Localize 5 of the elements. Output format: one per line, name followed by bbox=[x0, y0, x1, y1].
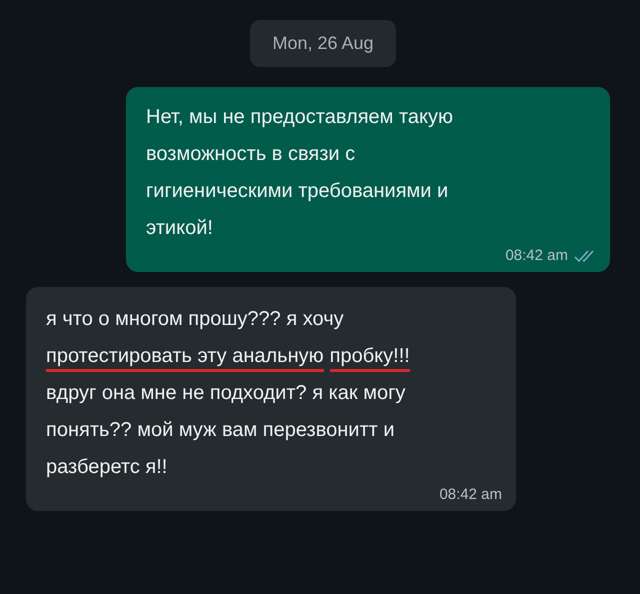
date-chip: Mon, 26 Aug bbox=[250, 20, 396, 67]
message-time: 08:42 am bbox=[439, 486, 502, 503]
message-time: 08:42 am bbox=[505, 247, 568, 264]
message-text: я что о многом прошу??? я хочу протестировать эту анальную пробку!!! вдруг она мне не подходит? я как могу понять?? мой муж вам перезвонитт и разберетс я!! bbox=[46, 307, 411, 480]
message-text: Нет, мы не предоставляем такую возможность в связи с гигиеническими требованиями и этикой! bbox=[146, 105, 454, 241]
